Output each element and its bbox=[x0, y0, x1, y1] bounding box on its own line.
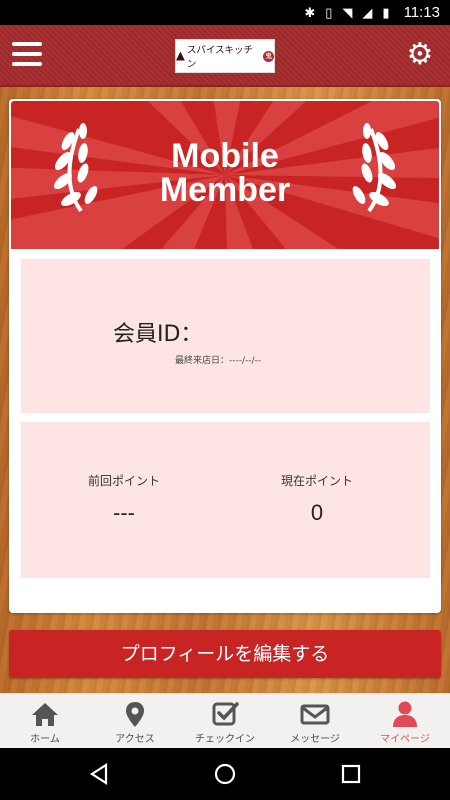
member-id-panel: 会員ID： 最終来店日：----/--/-- bbox=[21, 259, 430, 413]
banner-title: Mobile Member bbox=[11, 139, 439, 207]
app-header: スパイスキッチン 鬼 ⚙ bbox=[0, 25, 450, 87]
tab-label: メッセージ bbox=[290, 734, 340, 745]
tab-checkin[interactable]: チェックイン bbox=[180, 694, 270, 748]
checkin-icon bbox=[212, 702, 239, 726]
logo: スパイスキッチン 鬼 bbox=[175, 39, 275, 73]
current-points-value: 0 bbox=[310, 500, 324, 525]
tab-label: アクセス bbox=[115, 734, 155, 745]
current-points-label: 現在ポイント bbox=[280, 474, 353, 488]
tab-label: チェックイン bbox=[195, 734, 255, 745]
android-nav-bar bbox=[0, 748, 450, 800]
bluetooth-icon: ✱ bbox=[304, 4, 316, 20]
map-pin-icon bbox=[126, 702, 144, 727]
tab-message[interactable]: メッセージ bbox=[270, 694, 360, 748]
previous-points-label: 前回ポイント bbox=[87, 474, 160, 488]
edit-profile-button[interactable]: プロフィールを編集する bbox=[9, 630, 441, 678]
recents-icon[interactable] bbox=[339, 762, 363, 786]
banner-title-line2: Member bbox=[159, 171, 291, 209]
home-nav-icon[interactable] bbox=[213, 762, 237, 786]
logo-text: スパイスキッチン bbox=[186, 45, 254, 70]
mobile-member-banner: Mobile Member bbox=[11, 101, 439, 249]
member-id-label: 会員ID： bbox=[113, 322, 203, 347]
tab-access[interactable]: アクセス bbox=[90, 694, 180, 748]
gear-icon[interactable]: ⚙ bbox=[404, 39, 436, 71]
tab-home[interactable]: ホーム bbox=[0, 694, 90, 748]
logo-seal: 鬼 bbox=[263, 50, 274, 62]
points-panel: 前回ポイント --- 現在ポイント 0 bbox=[21, 422, 430, 578]
logo-mark-icon bbox=[176, 51, 185, 61]
status-bar: ✱ ▯ ◥ ◢ ▮ 11:13 bbox=[0, 0, 450, 25]
tab-label: マイページ bbox=[380, 734, 430, 745]
tab-mypage[interactable]: マイページ bbox=[360, 694, 450, 748]
menu-button[interactable] bbox=[12, 42, 42, 70]
previous-points-value: --- bbox=[113, 500, 135, 525]
banner-title-line1: Mobile bbox=[171, 137, 279, 175]
signal-icon: ◢ bbox=[362, 4, 373, 20]
vibrate-icon: ▯ bbox=[325, 4, 333, 20]
wifi-icon: ◥ bbox=[342, 4, 353, 20]
user-icon bbox=[393, 701, 417, 727]
tab-bar: ホーム アクセス チェックイン メッセージ マイページ bbox=[0, 693, 450, 748]
last-visit-date: 最終来店日：----/--/-- bbox=[175, 356, 262, 366]
status-time: 11:13 bbox=[403, 4, 440, 21]
home-icon bbox=[32, 703, 58, 726]
tab-label: ホーム bbox=[30, 734, 60, 745]
mail-icon bbox=[300, 704, 330, 725]
battery-icon: ▮ bbox=[382, 4, 390, 20]
back-icon[interactable] bbox=[88, 762, 112, 786]
